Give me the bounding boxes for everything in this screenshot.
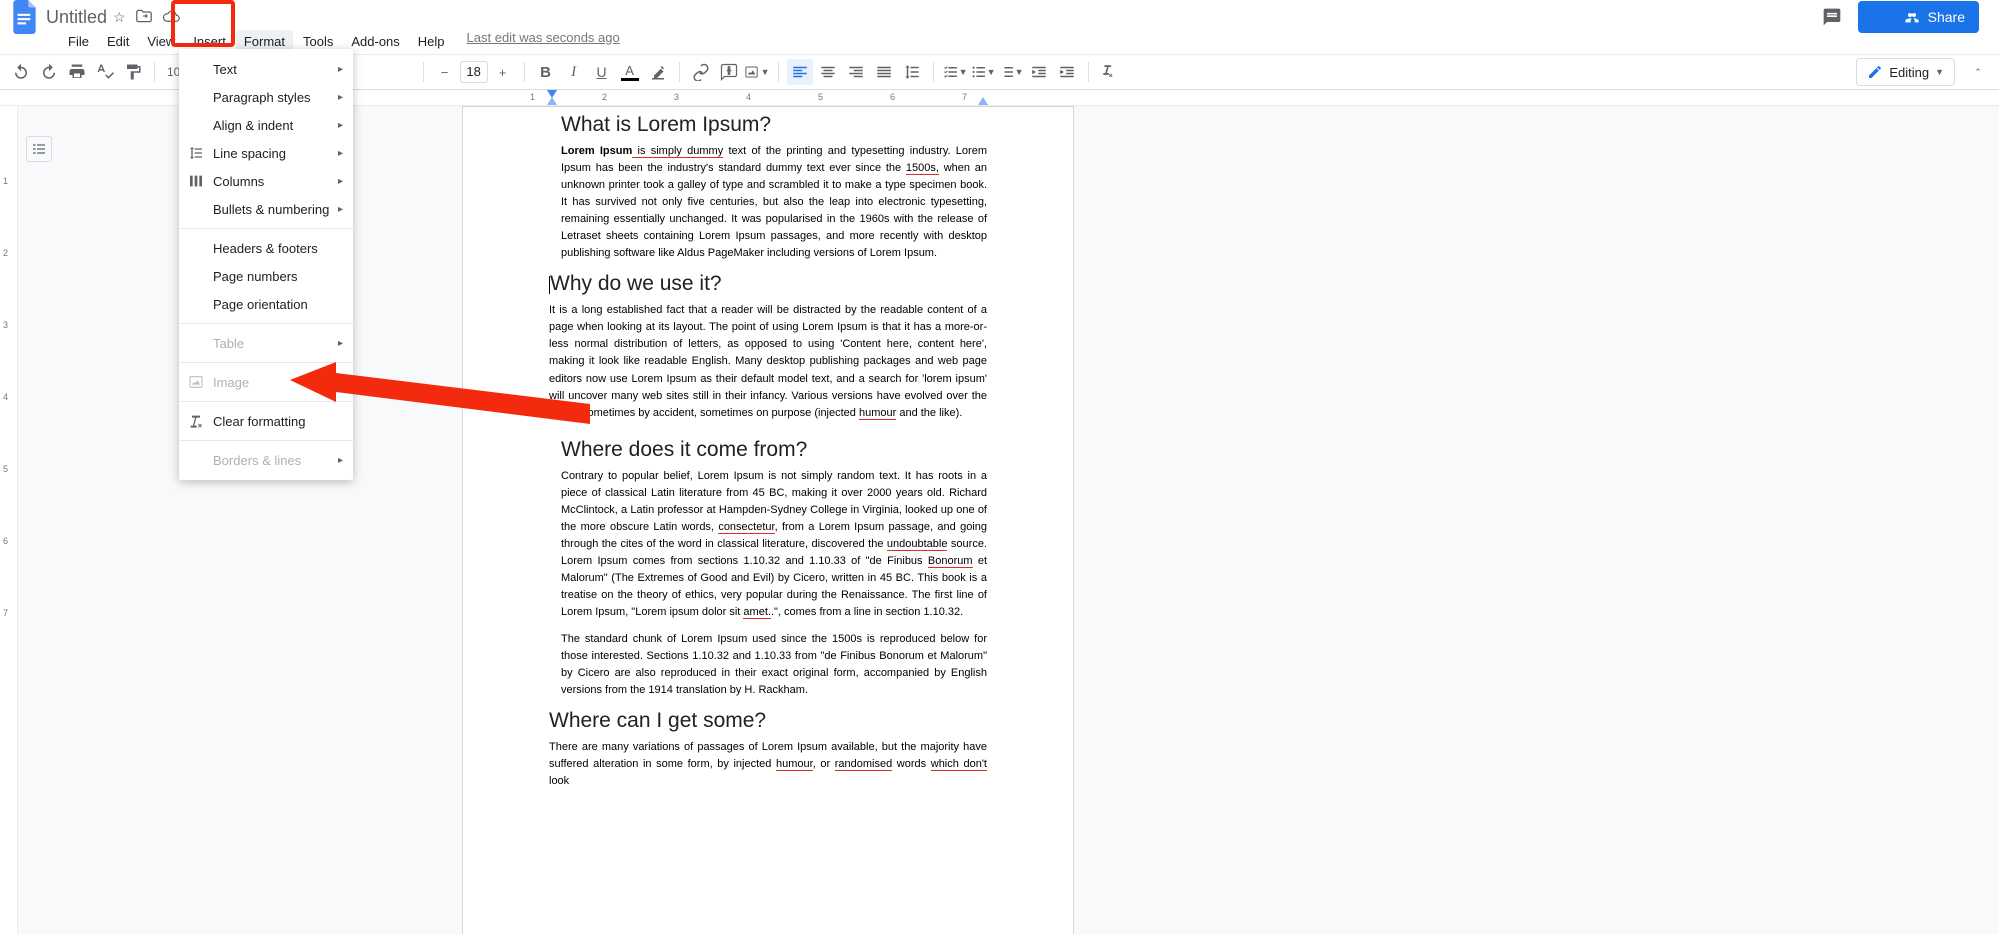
print-button[interactable] bbox=[64, 59, 90, 85]
decrease-indent-button[interactable] bbox=[1026, 59, 1052, 85]
font-size-increase[interactable]: + bbox=[490, 59, 516, 85]
clear-formatting-button[interactable] bbox=[1097, 59, 1123, 85]
mode-selector-label: Editing bbox=[1889, 65, 1929, 80]
columns-icon bbox=[187, 172, 205, 190]
numbered-list-button[interactable]: ▼ bbox=[998, 59, 1024, 85]
paint-format-button[interactable] bbox=[120, 59, 146, 85]
font-size-control[interactable]: − 18 + bbox=[432, 59, 516, 85]
chevron-down-icon: ▼ bbox=[987, 67, 996, 77]
submenu-arrow-icon: ▸ bbox=[338, 148, 343, 159]
bulleted-list-button[interactable]: ▼ bbox=[970, 59, 996, 85]
bold-button[interactable]: B bbox=[533, 59, 559, 85]
font-size-value[interactable]: 18 bbox=[460, 61, 488, 83]
chevron-down-icon: ▼ bbox=[959, 67, 968, 77]
insert-image-button[interactable]: ▼ bbox=[744, 59, 770, 85]
font-size-decrease[interactable]: − bbox=[432, 59, 458, 85]
format-menu-line-spacing[interactable]: Line spacing▸ bbox=[179, 139, 353, 167]
share-button-label: Share bbox=[1928, 9, 1965, 25]
submenu-arrow-icon: ▸ bbox=[338, 377, 343, 388]
paragraph: Contrary to popular belief, Lorem Ipsum … bbox=[561, 468, 987, 621]
menu-help[interactable]: Help bbox=[410, 30, 453, 53]
heading-where-from: Where does it come from? bbox=[561, 438, 987, 462]
format-menu-dropdown: Text▸ Paragraph styles▸ Align & indent▸ … bbox=[179, 49, 353, 480]
align-justify-button[interactable] bbox=[871, 59, 897, 85]
submenu-arrow-icon: ▸ bbox=[338, 176, 343, 187]
heading-why-use: Why do we use it? bbox=[549, 272, 987, 296]
menu-view[interactable]: View bbox=[139, 30, 183, 53]
submenu-arrow-icon: ▸ bbox=[338, 92, 343, 103]
vertical-ruler[interactable]: 1 2 3 4 5 6 7 bbox=[0, 106, 18, 934]
right-indent-marker[interactable] bbox=[978, 97, 988, 105]
menu-file[interactable]: File bbox=[60, 30, 97, 53]
clear-format-icon bbox=[187, 412, 205, 430]
format-menu-headers-footers[interactable]: Headers & footers bbox=[179, 234, 353, 262]
redo-button[interactable] bbox=[36, 59, 62, 85]
insert-link-button[interactable] bbox=[688, 59, 714, 85]
left-indent-marker[interactable] bbox=[547, 97, 557, 105]
last-edit-link[interactable]: Last edit was seconds ago bbox=[467, 30, 620, 53]
align-right-button[interactable] bbox=[843, 59, 869, 85]
checklist-button[interactable]: ▼ bbox=[942, 59, 968, 85]
format-menu-bullets-numbering[interactable]: Bullets & numbering▸ bbox=[179, 195, 353, 223]
star-icon[interactable]: ☆ bbox=[113, 9, 126, 26]
image-icon bbox=[187, 373, 205, 391]
format-menu-clear-formatting[interactable]: Clear formatting bbox=[179, 407, 353, 435]
underline-button[interactable]: U bbox=[589, 59, 615, 85]
menu-edit[interactable]: Edit bbox=[99, 30, 137, 53]
format-menu-image: Image▸ bbox=[179, 368, 353, 396]
title-bar: Untitled ☆ Share bbox=[0, 0, 1999, 28]
doc-title[interactable]: Untitled bbox=[46, 7, 107, 28]
align-left-button[interactable] bbox=[787, 59, 813, 85]
paragraph: The standard chunk of Lorem Ipsum used s… bbox=[561, 631, 987, 699]
heading-where-get: Where can I get some? bbox=[549, 709, 987, 733]
increase-indent-button[interactable] bbox=[1054, 59, 1080, 85]
move-folder-icon[interactable] bbox=[136, 9, 152, 26]
format-menu-page-orientation[interactable]: Page orientation bbox=[179, 290, 353, 318]
chevron-down-icon: ▼ bbox=[1015, 67, 1024, 77]
docs-logo-icon[interactable] bbox=[8, 0, 42, 34]
format-menu-columns[interactable]: Columns▸ bbox=[179, 167, 353, 195]
text-color-button[interactable]: A bbox=[617, 59, 643, 85]
line-spacing-button[interactable] bbox=[899, 59, 925, 85]
document-outline-button[interactable] bbox=[26, 136, 52, 162]
align-center-button[interactable] bbox=[815, 59, 841, 85]
submenu-arrow-icon: ▸ bbox=[338, 338, 343, 349]
paragraph: There are many variations of passages of… bbox=[549, 739, 987, 790]
heading-what-is: What is Lorem Ipsum? bbox=[561, 113, 987, 137]
undo-button[interactable] bbox=[8, 59, 34, 85]
submenu-arrow-icon: ▸ bbox=[338, 204, 343, 215]
highlight-color-button[interactable] bbox=[645, 59, 671, 85]
document-page[interactable]: What is Lorem Ipsum? Lorem Ipsum is simp… bbox=[462, 106, 1074, 934]
menu-addons[interactable]: Add-ons bbox=[343, 30, 407, 53]
submenu-arrow-icon: ▸ bbox=[338, 64, 343, 75]
format-menu-paragraph-styles[interactable]: Paragraph styles▸ bbox=[179, 83, 353, 111]
spellcheck-button[interactable] bbox=[92, 59, 118, 85]
collapse-toolbar-button[interactable]: ⌃ bbox=[1965, 59, 1991, 85]
chevron-down-icon: ▼ bbox=[1935, 67, 1944, 77]
submenu-arrow-icon: ▸ bbox=[338, 455, 343, 466]
format-menu-table: Table▸ bbox=[179, 329, 353, 357]
chevron-down-icon: ▼ bbox=[761, 67, 770, 77]
paragraph: Lorem Ipsum is simply dummy text of the … bbox=[561, 143, 987, 262]
format-menu-align-indent[interactable]: Align & indent▸ bbox=[179, 111, 353, 139]
share-button[interactable]: Share bbox=[1858, 1, 1979, 33]
format-menu-page-numbers[interactable]: Page numbers bbox=[179, 262, 353, 290]
italic-button[interactable]: I bbox=[561, 59, 587, 85]
cloud-status-icon[interactable] bbox=[162, 9, 180, 26]
format-menu-borders-lines: Borders & lines▸ bbox=[179, 446, 353, 474]
open-comments-button[interactable] bbox=[1818, 3, 1846, 31]
paragraph: It is a long established fact that a rea… bbox=[549, 302, 987, 421]
submenu-arrow-icon: ▸ bbox=[338, 120, 343, 131]
insert-comment-button[interactable] bbox=[716, 59, 742, 85]
format-menu-text[interactable]: Text▸ bbox=[179, 55, 353, 83]
mode-selector[interactable]: Editing ▼ bbox=[1856, 58, 1955, 86]
line-spacing-icon bbox=[187, 144, 205, 162]
